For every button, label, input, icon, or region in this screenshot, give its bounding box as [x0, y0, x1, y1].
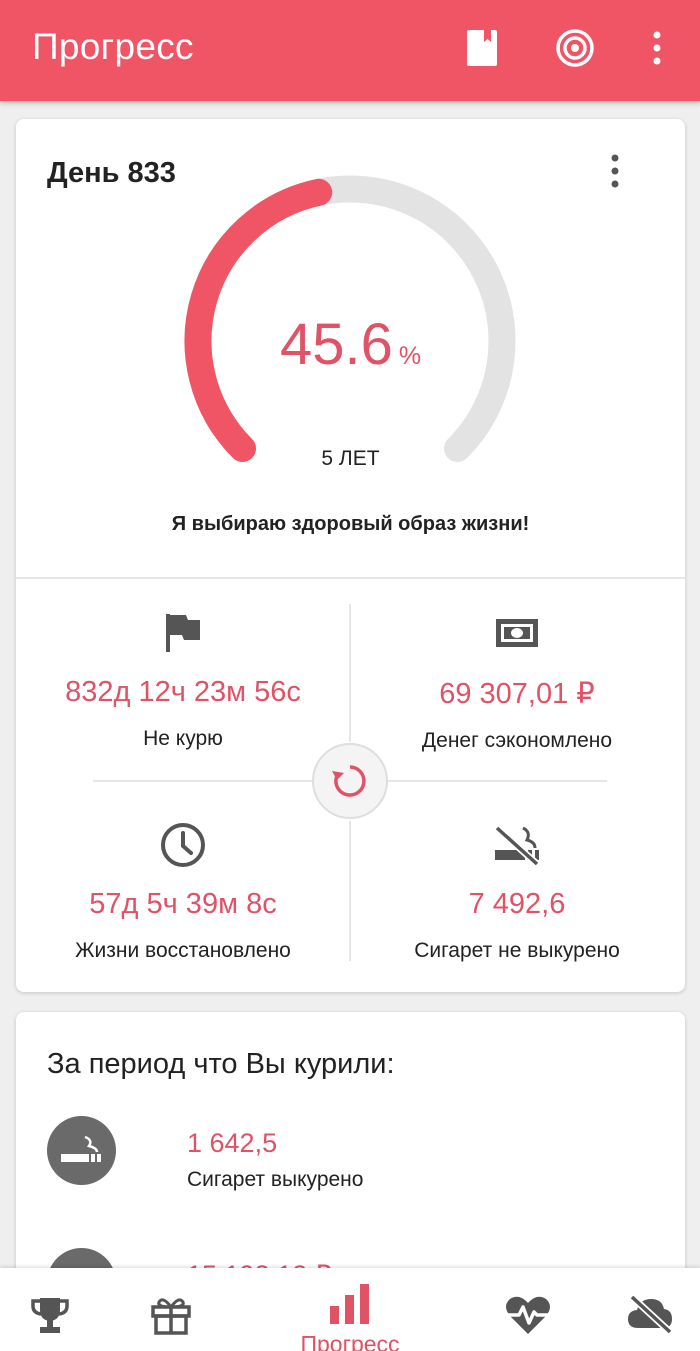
motto-text: Я выбираю здоровый образ жизни! [171, 513, 530, 535]
heartbeat-icon [504, 1294, 552, 1341]
stat-money-saved: 69 307,01 ₽ Денег сэкономлено [350, 608, 684, 753]
nav-achievements[interactable] [25, 1268, 75, 1351]
stat-value: 7 492,6 [468, 888, 566, 920]
app-bar: Прогресс [0, 0, 700, 101]
gauge-percent: 45.6% [16, 311, 685, 378]
nav-health[interactable] [503, 1268, 553, 1351]
period-value: 1 642,5 [187, 1128, 278, 1158]
stat-value: 57д 5ч 39м 8с [89, 888, 277, 920]
page-title: Прогресс [32, 26, 194, 67]
flag-icon [16, 608, 350, 658]
stat-life-regained: 57д 5ч 39м 8с Жизни восстановлено [16, 820, 350, 963]
nav-cloud[interactable] [624, 1268, 676, 1351]
stat-label: Денег сэкономлено [421, 729, 613, 752]
stat-value: 832д 12ч 23м 56с [65, 676, 301, 708]
reset-button[interactable] [312, 743, 388, 819]
book-icon[interactable] [462, 26, 502, 70]
stat-value: 69 307,01 ₽ [439, 678, 595, 710]
no-smoking-icon [350, 820, 684, 870]
stat-label: Не курю [143, 727, 223, 750]
stat-cigarettes-not-smoked: 7 492,6 Сигарет не выкурено [350, 820, 684, 963]
money-icon [350, 608, 684, 658]
nav-progress[interactable]: Прогресс [270, 1268, 430, 1351]
grid-divider-horizontal-right [388, 780, 607, 782]
stat-not-smoking: 832д 12ч 23м 56с Не курю [16, 608, 350, 751]
grid-divider-horizontal-left [93, 780, 312, 782]
trophy-icon [30, 1294, 70, 1341]
bar-chart-icon [328, 1282, 372, 1331]
progress-card: День 833 45.6% 5 ЛЕТ Я выбираю здоровый … [16, 119, 685, 992]
gauge-percent-value: 45.6 [279, 312, 393, 377]
period-label: Сигарет выкурено [187, 1168, 364, 1191]
clock-icon [16, 820, 350, 870]
divider [16, 577, 685, 579]
stat-label: Жизни восстановлено [75, 939, 291, 962]
target-icon[interactable] [555, 26, 595, 70]
cloud-off-icon [626, 1294, 674, 1339]
bottom-navigation: Прогресс [0, 1268, 700, 1351]
more-vert-icon[interactable] [637, 26, 677, 70]
gauge-goal-label: 5 ЛЕТ [321, 447, 380, 470]
smoking-icon [47, 1116, 116, 1185]
gauge-percent-sign: % [398, 342, 422, 370]
gift-icon [149, 1294, 193, 1341]
period-title: За период что Вы курили: [47, 1048, 395, 1080]
stat-label: Сигарет не выкурено [414, 939, 620, 962]
refresh-icon [332, 765, 366, 797]
nav-label: Прогресс [300, 1331, 400, 1351]
period-item: 1 642,5 Сигарет выкурено [47, 1116, 667, 1196]
nav-rewards[interactable] [145, 1268, 197, 1351]
